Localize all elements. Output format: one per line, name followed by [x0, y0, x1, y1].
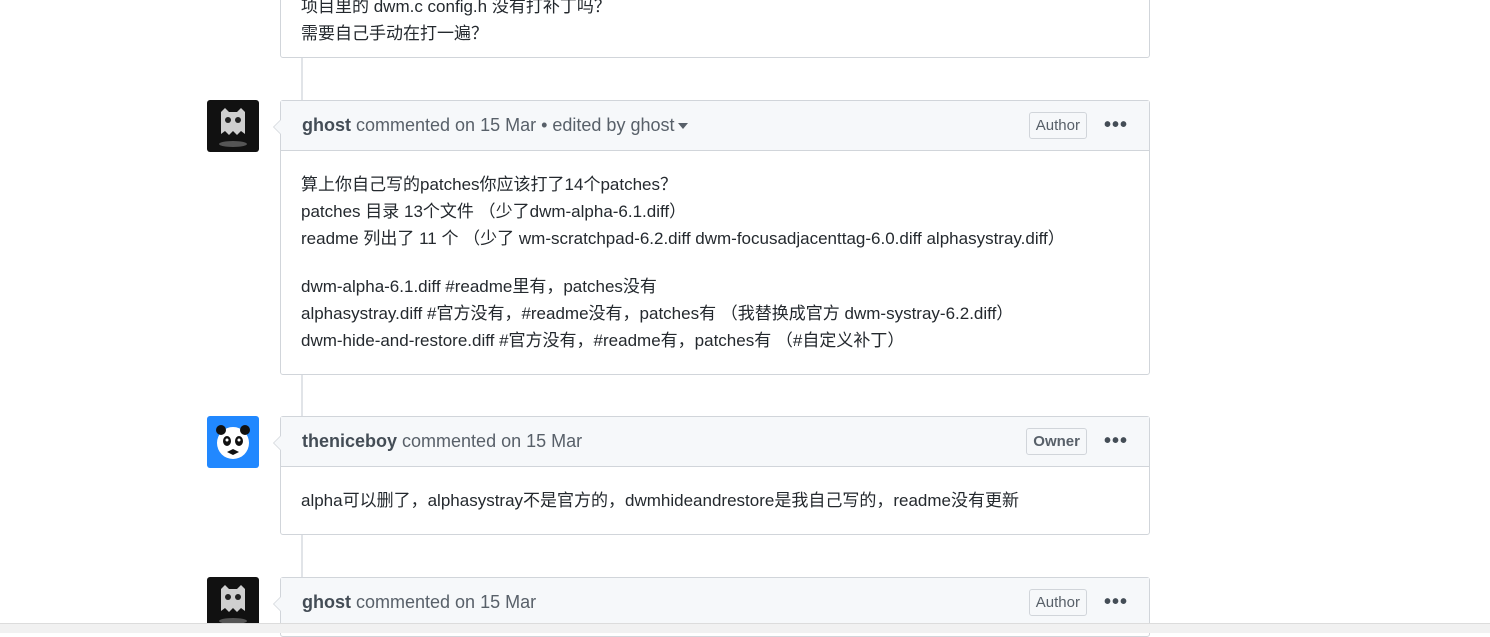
comment-paragraph: 算上你自己写的patches你应该打了14个patches？ patches 目…: [301, 171, 1129, 252]
comment-paragraph: alpha可以删了，alphasystray不是官方的，dwmhideandre…: [301, 491, 1019, 510]
comment-body: alpha可以删了，alphasystray不是官方的，dwmhideandre…: [281, 467, 1149, 532]
author-badge: Author: [1028, 112, 1087, 139]
comment-card: theniceboy commented on 15 Mar Owner •••…: [273, 416, 1150, 535]
comment-line: patches 目录 13个文件 （少了dwm-alpha-6.1.diff）: [301, 202, 687, 221]
comment-author-link[interactable]: ghost: [302, 592, 351, 613]
comment-line: dwm-alpha-6.1.diff #readme里有，patches没有: [301, 277, 657, 296]
owner-badge: Owner: [1026, 428, 1087, 455]
comment-author-link[interactable]: theniceboy: [302, 431, 397, 452]
kebab-horizontal-icon[interactable]: •••: [1104, 114, 1128, 137]
comment-meta[interactable]: commented on 15 Mar • edited by ghost: [356, 115, 674, 136]
panda-avatar-icon[interactable]: [207, 416, 259, 468]
comment-body-line: 项目里的 dwm.c config.h 没有打补丁吗？: [301, 0, 611, 16]
comment-meta[interactable]: commented on 15 Mar: [402, 431, 582, 452]
comment-line: 算上你自己写的patches你应该打了14个patches？: [301, 175, 677, 194]
comment-card: ghost commented on 15 Mar • edited by gh…: [273, 100, 1150, 375]
comment-partial: 项目里的 dwm.c config.h 没有打补丁吗？ 需要自己手动在打一遍？: [280, 0, 1150, 58]
kebab-horizontal-icon[interactable]: •••: [1104, 430, 1128, 453]
kebab-horizontal-icon[interactable]: •••: [1104, 591, 1128, 614]
timeline-line: [301, 534, 303, 577]
comment-meta[interactable]: commented on 15 Mar: [356, 592, 536, 613]
comment-header: ghost commented on 15 Mar Author •••: [281, 578, 1149, 628]
comment-header: theniceboy commented on 15 Mar Owner •••: [281, 417, 1149, 467]
timeline-line: [301, 374, 303, 416]
comment-paragraph: dwm-alpha-6.1.diff #readme里有，patches没有 a…: [301, 273, 1129, 354]
comment-body: 算上你自己写的patches你应该打了14个patches？ patches 目…: [281, 151, 1149, 372]
ghost-avatar-icon[interactable]: [207, 577, 259, 629]
comment-line: dwm-hide-and-restore.diff #官方没有，#readme有…: [301, 331, 905, 350]
ghost-avatar-icon[interactable]: [207, 100, 259, 152]
comment-body-line: 需要自己手动在打一遍？: [301, 24, 488, 43]
comment-line: alphasystray.diff #官方没有，#readme没有，patche…: [301, 304, 1014, 323]
comment-line: readme 列出了 11 个 （少了 wm-scratchpad-6.2.di…: [301, 229, 1065, 248]
comment-header: ghost commented on 15 Mar • edited by gh…: [281, 101, 1149, 151]
caret-down-icon[interactable]: [678, 122, 689, 129]
comment-author-link[interactable]: ghost: [302, 115, 351, 136]
author-badge: Author: [1028, 589, 1087, 616]
